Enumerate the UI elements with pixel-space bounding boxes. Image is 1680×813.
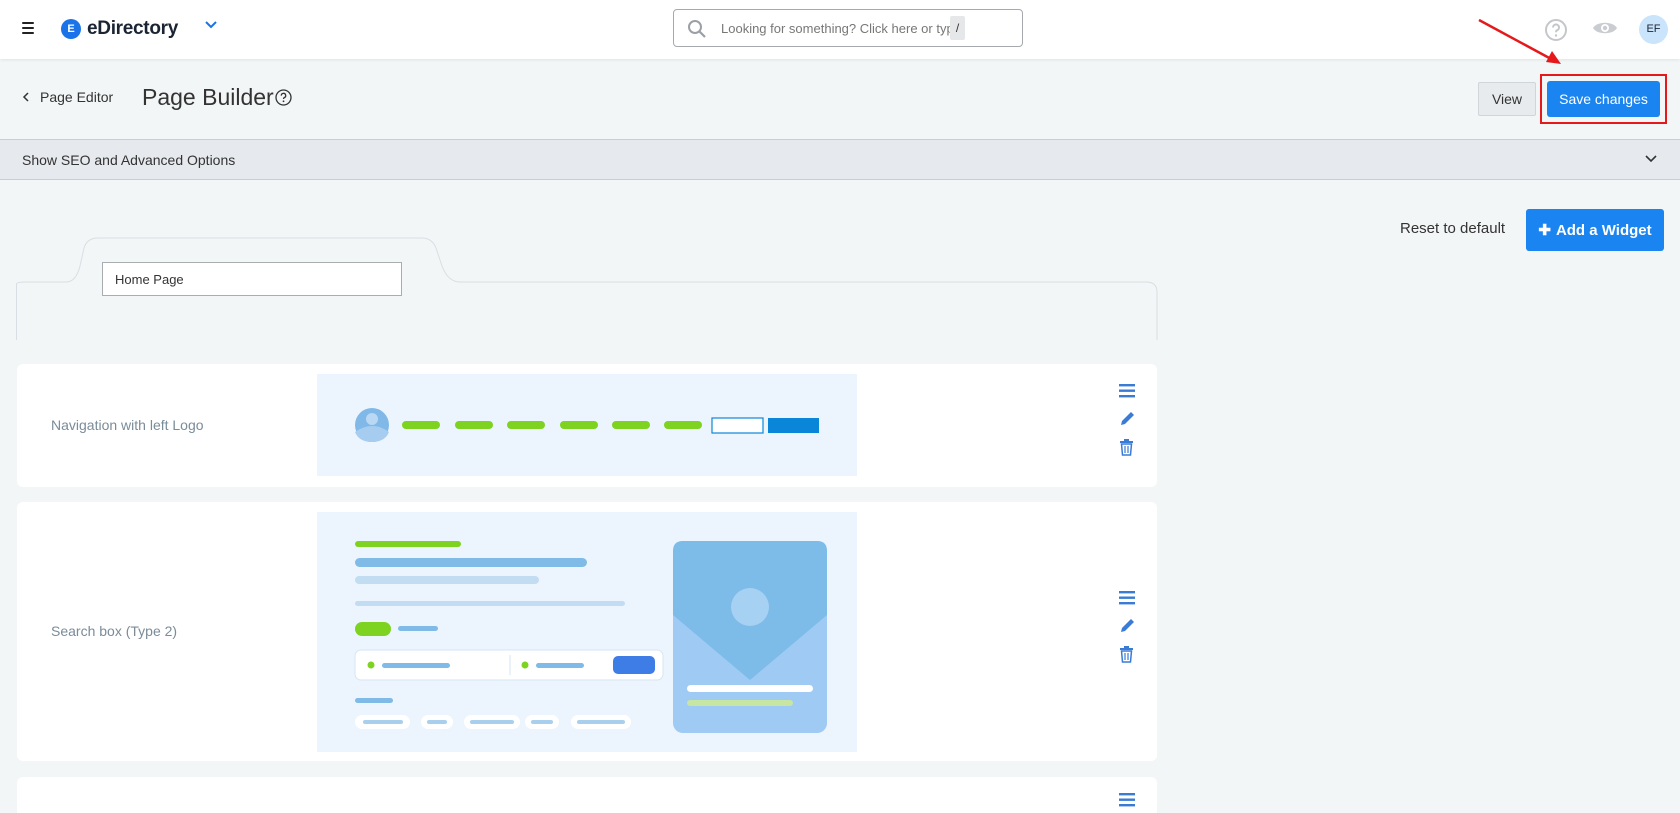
delete-trash-icon[interactable] xyxy=(1119,439,1134,456)
widget-actions xyxy=(1119,384,1136,468)
widget-actions xyxy=(1119,591,1136,675)
chevron-left-icon xyxy=(22,92,29,102)
widget-card: Search box (Type 2) xyxy=(17,502,1157,761)
seo-options-label: Show SEO and Advanced Options xyxy=(22,152,236,168)
back-link-label: Page Editor xyxy=(40,89,114,105)
delete-trash-icon[interactable] xyxy=(1119,646,1134,663)
chevron-down-icon xyxy=(1645,155,1657,163)
widget-label: Search box (Type 2) xyxy=(51,623,178,639)
eye-icon[interactable] xyxy=(1592,19,1618,37)
edit-pencil-icon[interactable] xyxy=(1119,410,1136,427)
navigation-preview-image xyxy=(355,408,819,442)
reorder-icon[interactable] xyxy=(1119,591,1135,605)
avatar[interactable]: EF xyxy=(1639,15,1668,44)
widget-preview-navigation xyxy=(317,374,857,476)
add-widget-label: Add a Widget xyxy=(1555,221,1652,239)
widget-card xyxy=(17,777,1157,813)
widget-actions xyxy=(1119,793,1135,813)
search-shortcut-key: / xyxy=(950,16,965,40)
reset-to-default-link[interactable]: Reset to default xyxy=(1400,220,1505,237)
plus-icon: ✚ xyxy=(1538,222,1551,239)
help-circle-icon[interactable] xyxy=(275,89,292,106)
reorder-icon[interactable] xyxy=(1119,384,1135,398)
search-input[interactable]: Looking for something? Click here or typ… xyxy=(673,9,1023,47)
brand-logo[interactable]: E eDirectory xyxy=(61,18,178,40)
widget-preview-search-box xyxy=(317,512,857,752)
annotation-arrow-icon xyxy=(1478,18,1561,64)
back-link[interactable]: Page Editor xyxy=(22,89,113,105)
chevron-down-icon[interactable] xyxy=(204,20,218,30)
edit-pencil-icon[interactable] xyxy=(1119,617,1136,634)
top-bar: E eDirectory Looking for something? Clic… xyxy=(0,0,1680,59)
brand-name: eDirectory xyxy=(87,18,178,39)
search-icon xyxy=(688,20,706,38)
reorder-icon[interactable] xyxy=(1119,793,1135,807)
widget-label: Navigation with left Logo xyxy=(51,417,204,433)
search-box-preview-image xyxy=(354,541,827,733)
save-changes-button[interactable]: Save changes xyxy=(1547,81,1660,117)
search-placeholder: Looking for something? Click here or typ… xyxy=(721,21,961,36)
widget-card: Navigation with left Logo xyxy=(17,364,1157,487)
add-widget-button[interactable]: ✚ Add a Widget xyxy=(1526,209,1664,251)
page-name-input[interactable] xyxy=(102,262,402,296)
view-button[interactable]: View xyxy=(1478,82,1536,116)
hamburger-menu-icon[interactable] xyxy=(22,22,34,34)
page-title: Page Builder xyxy=(142,84,274,110)
brand-logo-icon: E xyxy=(61,19,81,39)
seo-options-toggle[interactable]: Show SEO and Advanced Options xyxy=(0,139,1680,180)
